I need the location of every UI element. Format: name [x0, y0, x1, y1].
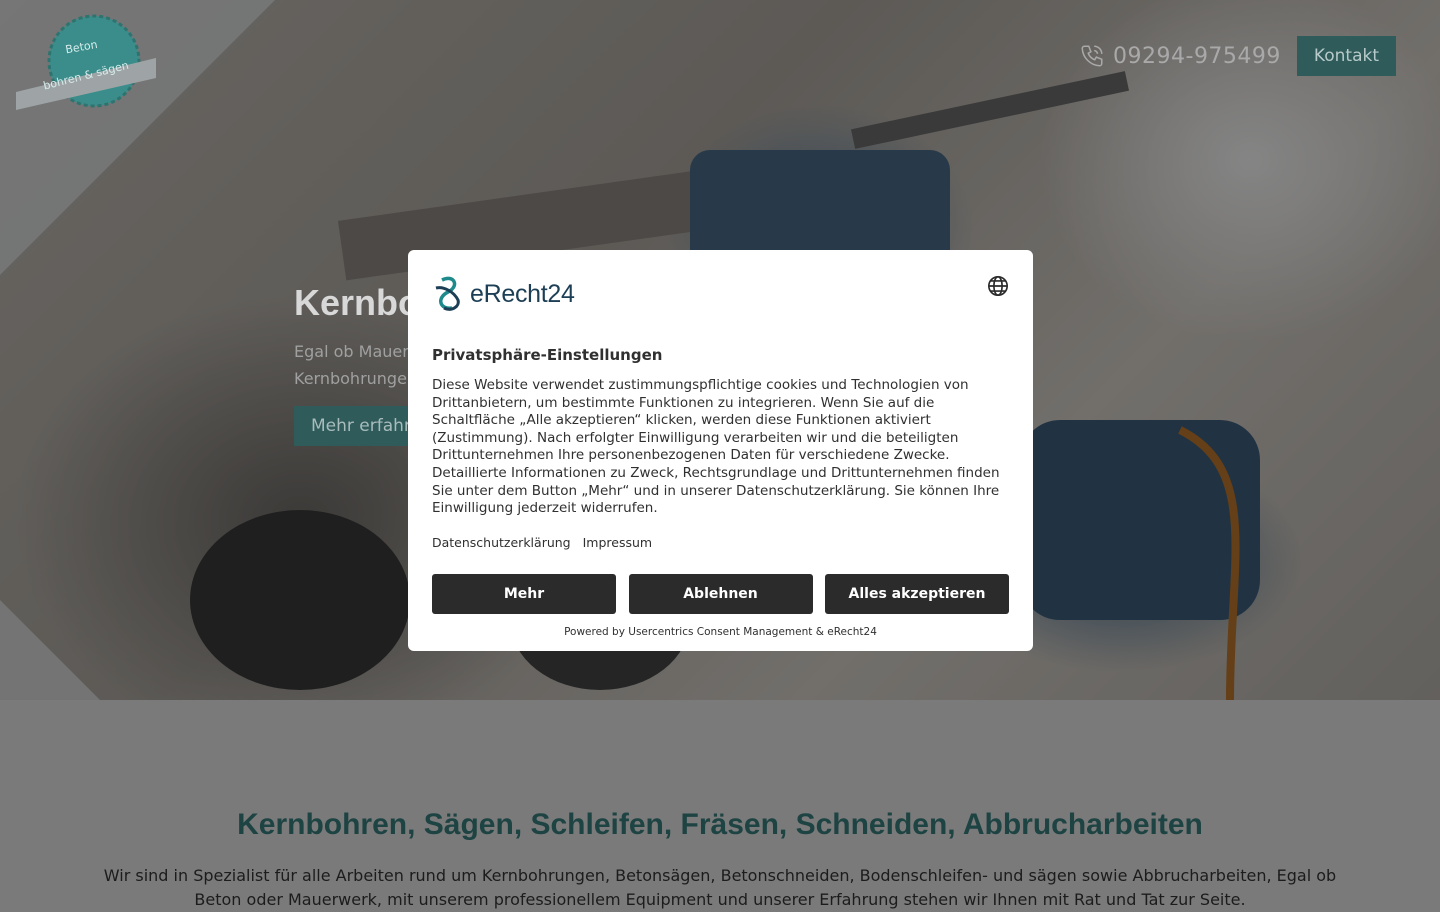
- decline-button[interactable]: Ablehnen: [628, 574, 813, 614]
- consent-body: Diese Website verwendet zustimmungspflic…: [432, 377, 1000, 517]
- consent-dialog: eRecht24 Privatsphäre-Einstellungen Dies…: [408, 250, 1033, 651]
- header-actions: 09294-975499 Kontakt: [1079, 36, 1396, 76]
- services-section: Kernbohren, Sägen, Schleifen, Fräsen, Sc…: [0, 700, 1440, 909]
- privacy-policy-link[interactable]: Datenschutzerklärung: [432, 535, 571, 550]
- consent-title: Privatsphäre-Einstellungen: [432, 346, 663, 364]
- learn-more-button[interactable]: Mehr erfahren: [294, 406, 408, 446]
- more-button[interactable]: Mehr: [432, 574, 616, 614]
- services-title: Kernbohren, Sägen, Schleifen, Fräsen, Sc…: [237, 808, 1203, 841]
- erecht24-logo: eRecht24: [432, 274, 1009, 314]
- phone-number: 09294-975499: [1113, 43, 1281, 69]
- hero-subtitle-line1: Egal ob Mauerwerk: [294, 342, 414, 361]
- accept-all-button[interactable]: Alles akzeptieren: [825, 574, 1009, 614]
- phone-link[interactable]: 09294-975499: [1079, 43, 1281, 69]
- company-logo[interactable]: Beton bohren & sägen: [14, 14, 164, 114]
- hero-subtitle: Egal ob Mauerwerk Kernbohrungen: [294, 338, 414, 392]
- services-text: Wir sind in Spezialist für alle Arbeiten…: [103, 866, 1337, 909]
- erecht24-brand-name: eRecht24: [470, 279, 575, 308]
- erecht24-mark-icon: [435, 276, 460, 311]
- consent-buttons: Mehr Ablehnen Alles akzeptieren: [432, 574, 1009, 614]
- phone-icon: [1081, 45, 1103, 67]
- consent-links: Datenschutzerklärung Impressum: [432, 535, 652, 550]
- contact-button[interactable]: Kontakt: [1296, 36, 1396, 76]
- imprint-link[interactable]: Impressum: [583, 535, 652, 550]
- powered-by-text: Powered by Usercentrics Consent Manageme…: [564, 626, 877, 638]
- hero-subtitle-line2: Kernbohrungen: [294, 369, 414, 388]
- language-globe-icon[interactable]: [987, 275, 1009, 297]
